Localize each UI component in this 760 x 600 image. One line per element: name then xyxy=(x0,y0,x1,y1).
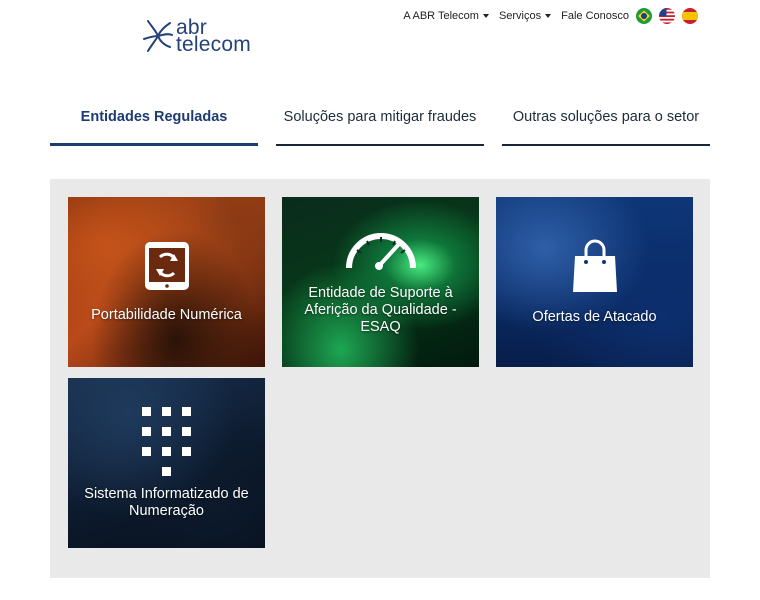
abr-telecom-logo[interactable]: abr telecom xyxy=(142,16,262,56)
nav-item-servicos[interactable]: Serviços xyxy=(498,10,552,22)
logo-line-2: telecom xyxy=(176,33,251,56)
tab-label: Soluções para mitigar fraudes xyxy=(283,109,477,125)
services-panel: Portabilidade Numérica Entidade de Supor… xyxy=(50,179,710,578)
speedometer-icon xyxy=(343,228,419,275)
tab-underline xyxy=(502,144,710,146)
keypad-icon xyxy=(142,406,191,476)
card-esaq[interactable]: Entidade de Suporte à Aferição da Qualid… xyxy=(282,197,479,367)
tab-solucoes-fraudes[interactable]: Soluções para mitigar fraudes xyxy=(276,88,484,146)
card-portabilidade-numerica[interactable]: Portabilidade Numérica xyxy=(68,197,265,367)
top-navigation: A ABR Telecom Serviços Fale Conosco xyxy=(393,6,698,26)
card-label: Entidade de Suporte à Aferição da Qualid… xyxy=(304,285,457,335)
shopping-bag-icon xyxy=(571,238,619,299)
nav-item-abr-telecom[interactable]: A ABR Telecom xyxy=(403,10,489,22)
caret-down-icon xyxy=(545,14,552,18)
card-sistema-numeracao[interactable]: Sistema Informatizado de Numeração xyxy=(68,378,265,548)
tab-label: Outras soluções para o setor xyxy=(512,109,700,125)
tab-underline xyxy=(276,144,484,146)
tab-underline xyxy=(50,143,258,146)
brazil-flag-icon[interactable] xyxy=(636,8,652,24)
tab-outras-solucoes[interactable]: Outras soluções para o setor xyxy=(502,88,710,146)
tab-label: Entidades Reguladas xyxy=(80,109,228,125)
usa-flag-icon[interactable] xyxy=(659,8,675,24)
caret-down-icon xyxy=(482,14,489,18)
nav-label-abr-telecom: A ABR Telecom xyxy=(403,10,479,22)
phone-swap-icon xyxy=(141,240,193,297)
card-label: Ofertas de Atacado xyxy=(532,309,657,325)
spain-flag-icon[interactable] xyxy=(682,8,698,24)
tab-entidades-reguladas[interactable]: Entidades Reguladas xyxy=(50,88,258,146)
category-tabs: Entidades Reguladas Soluções para mitiga… xyxy=(50,88,710,148)
abr-logo-icon xyxy=(143,20,173,52)
card-label: Sistema Informatizado de Numeração xyxy=(84,485,249,519)
card-label: Portabilidade Numérica xyxy=(91,307,242,323)
nav-label-fale-conosco: Fale Conosco xyxy=(561,10,629,22)
nav-label-servicos: Serviços xyxy=(498,10,542,22)
nav-item-fale-conosco[interactable]: Fale Conosco xyxy=(561,10,629,22)
card-ofertas-atacado[interactable]: Ofertas de Atacado xyxy=(496,197,693,367)
